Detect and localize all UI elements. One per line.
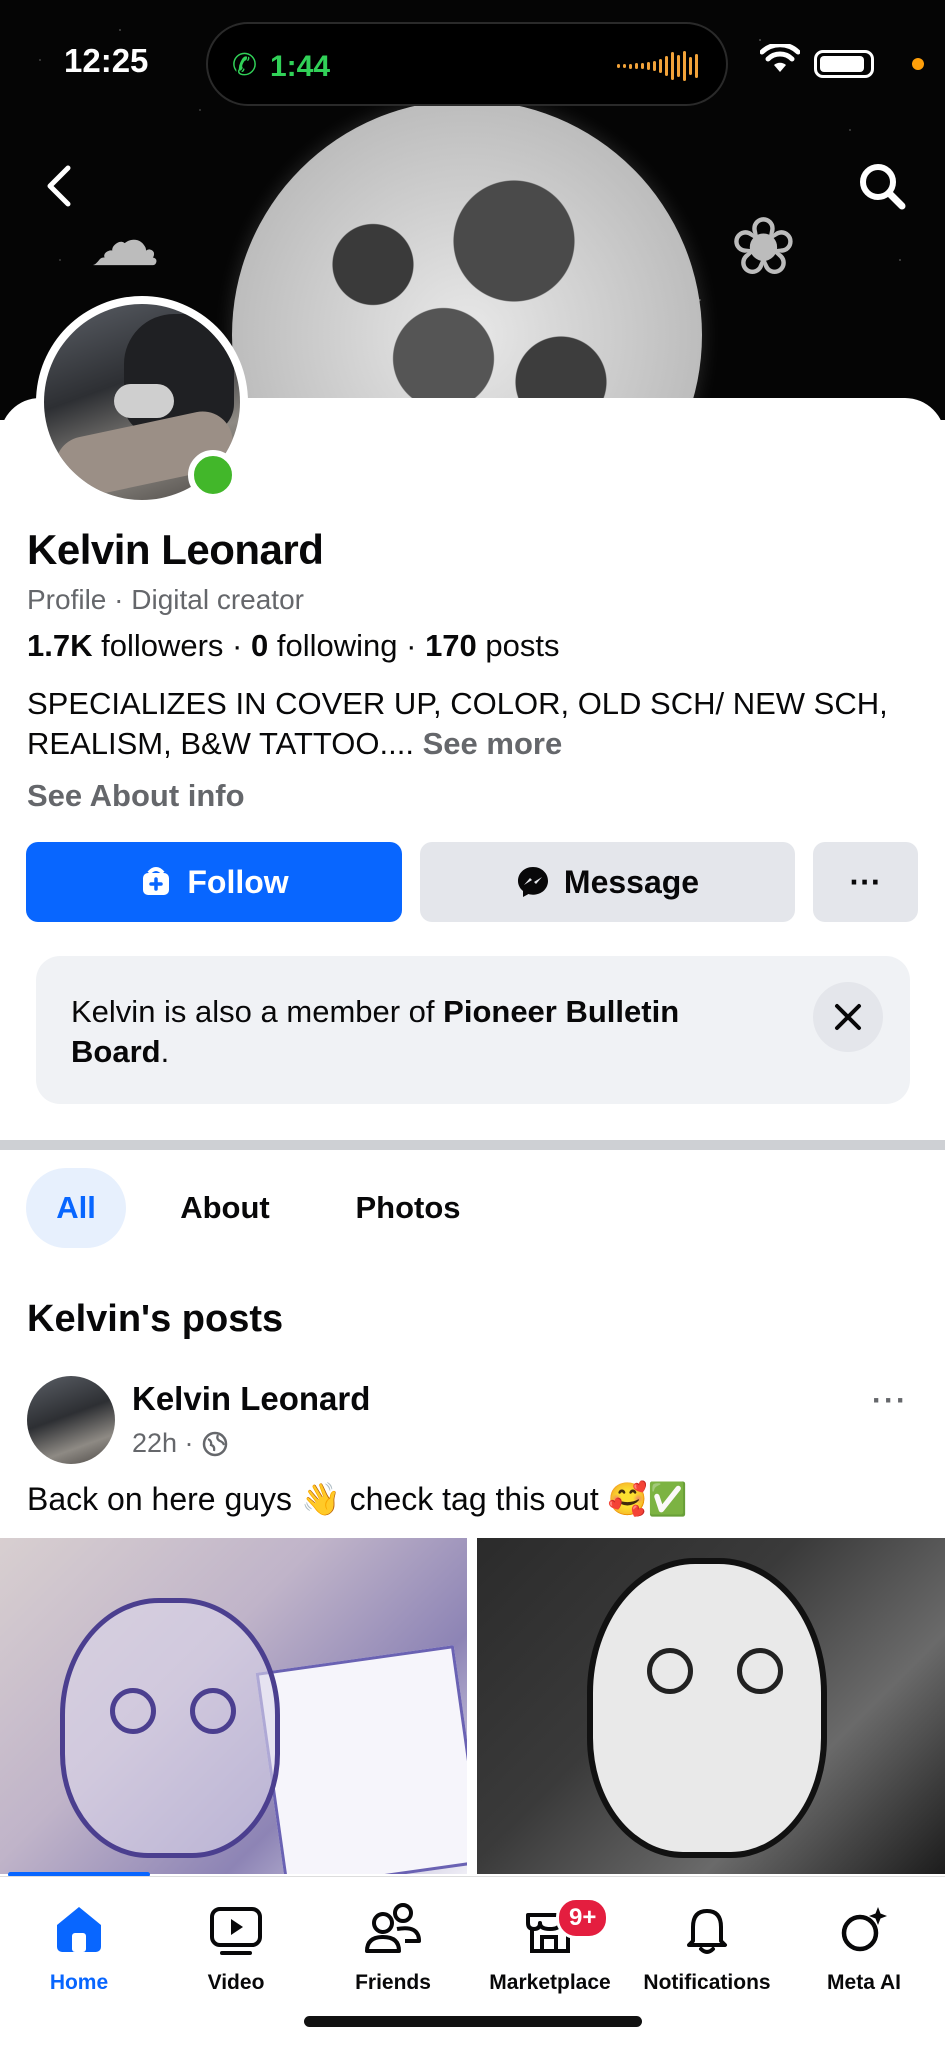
post-meta: 22h · (132, 1428, 228, 1459)
nav-friends-label: Friends (355, 1971, 431, 1994)
see-about-info-link[interactable]: See About info (27, 778, 245, 814)
phone-icon: ✆ (232, 49, 258, 82)
profile-stats: 1.7K followers · 0 following · 170 posts (27, 628, 560, 664)
post-photo[interactable] (0, 1538, 467, 1874)
following-count[interactable]: 0 (251, 628, 268, 663)
nav-friends[interactable]: Friends (314, 1891, 472, 2001)
message-label: Message (563, 863, 700, 900)
post-author-avatar[interactable] (27, 1376, 115, 1464)
followers-count[interactable]: 1.7K (27, 628, 92, 663)
nav-meta-ai-label: Meta AI (827, 1971, 901, 1994)
posts-section-title: Kelvin's posts (27, 1298, 284, 1340)
nav-video[interactable]: Video (157, 1891, 315, 2001)
nav-video-label: Video (207, 1971, 265, 1994)
follow-user-icon (143, 867, 170, 895)
audio-waveform-icon (617, 50, 698, 82)
nav-marketplace-label: Marketplace (489, 1971, 611, 1994)
friends-icon (365, 1903, 421, 1953)
nav-notifications[interactable]: Notifications (628, 1891, 786, 2001)
group-membership-notice: Kelvin is also a member of Pioneer Bulle… (36, 956, 910, 1104)
meta-ai-icon (841, 1907, 887, 1952)
cover-cloud-doodle: ☁ (90, 202, 160, 280)
stats-separator: · (223, 628, 251, 663)
nav-home-label: Home (49, 1971, 109, 1994)
post-options-button[interactable]: ··· (872, 1384, 908, 1418)
video-icon (210, 1907, 262, 1955)
section-divider (0, 1140, 945, 1150)
following-label[interactable]: following (277, 628, 398, 663)
cover-rose-doodle: ❀ (730, 202, 798, 291)
post-time[interactable]: 22h · (132, 1428, 194, 1459)
more-options-button[interactable]: ··· (813, 842, 918, 922)
nav-marketplace[interactable]: 9+ Marketplace (471, 1891, 629, 2001)
stats-separator: · (397, 628, 426, 663)
follow-button[interactable]: Follow (26, 842, 402, 922)
messenger-icon (517, 867, 548, 897)
profile-subtitle: Profile · Digital creator (27, 584, 304, 615)
home-indicator[interactable] (304, 2016, 642, 2027)
back-chevron-icon[interactable] (36, 162, 84, 210)
notice-suffix: . (160, 1034, 170, 1069)
marketplace-badge: 9+ (556, 1897, 610, 1939)
wifi-icon (760, 44, 800, 72)
post-photo[interactable] (477, 1538, 945, 1874)
followers-label[interactable]: followers (101, 628, 223, 663)
message-button[interactable]: Message (420, 842, 795, 922)
post-author-name[interactable]: Kelvin Leonard (132, 1380, 370, 1418)
see-more-link[interactable]: See more (423, 726, 563, 761)
posts-count: 170 (425, 628, 477, 663)
battery-icon (814, 50, 874, 78)
privacy-indicator (912, 58, 924, 70)
status-time: 12:25 (64, 42, 149, 79)
notice-prefix: Kelvin is also a member of (71, 994, 444, 1029)
follow-label: Follow (187, 863, 289, 900)
posts-label: posts (485, 628, 560, 663)
profile-name: Kelvin Leonard (27, 526, 324, 573)
nav-notifications-label: Notifications (643, 1971, 771, 1994)
bell-icon (687, 1909, 727, 1954)
close-notice-button[interactable] (813, 982, 883, 1052)
search-icon[interactable] (856, 160, 908, 212)
online-status-dot (188, 450, 238, 500)
tab-photos[interactable]: Photos (334, 1168, 482, 1248)
close-icon (835, 1004, 861, 1030)
nav-meta-ai[interactable]: Meta AI (785, 1891, 943, 2001)
active-call-pill[interactable]: ✆ 1:44 (206, 22, 728, 106)
home-icon (57, 1907, 101, 1952)
profile-bio: SPECIALIZES IN COVER UP, COLOR, OLD SCH/… (27, 684, 897, 764)
nav-home[interactable]: Home (0, 1891, 158, 2001)
tab-about[interactable]: About (160, 1168, 290, 1248)
globe-icon (202, 1431, 227, 1456)
tab-all[interactable]: All (26, 1168, 126, 1248)
call-duration: 1:44 (270, 50, 331, 83)
post-text: Back on here guys 👋 check tag this out 🥰… (27, 1481, 688, 1517)
notice-text: Kelvin is also a member of Pioneer Bulle… (71, 992, 771, 1072)
